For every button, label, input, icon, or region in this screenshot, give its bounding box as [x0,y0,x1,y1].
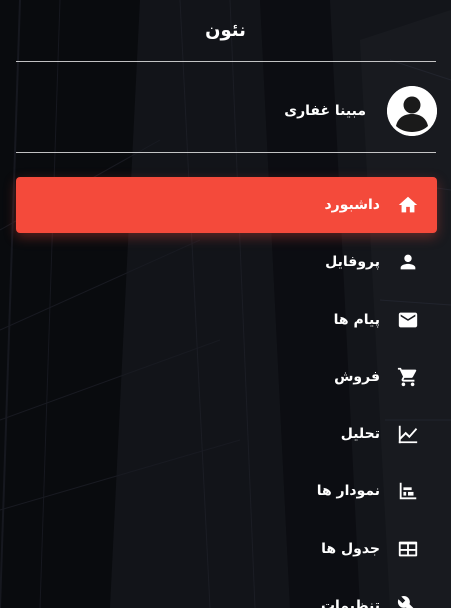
brand-title[interactable]: نئون [0,0,451,61]
divider [16,61,436,62]
nav-item-tables[interactable]: جدول ها [16,521,437,577]
nav-item-label: تحلیل [340,426,380,443]
table-icon [396,537,420,561]
nav-item-charts[interactable]: نمودار ها [16,463,437,519]
bar-chart-icon [396,479,420,503]
trending-chart-icon [396,422,420,446]
nav-item-label: فروش [334,368,380,385]
nav-item-label: داشبورد [324,197,381,213]
nav-item-messages[interactable]: پیام ها [16,292,437,348]
account-circle-icon [387,86,437,136]
nav-item-label: نمودار ها [316,483,380,500]
nav-menu: داشبورد پروفایل پیام ها فروش تحلیل نمودا… [16,177,437,608]
user-name: مبینا غفاری [284,103,366,119]
nav-item-sales[interactable]: فروش [16,349,437,405]
divider [16,152,436,153]
shopping-cart-icon [396,365,420,389]
mail-icon [396,308,420,332]
nav-item-settings[interactable]: تنظیمات [16,578,437,608]
user-profile[interactable]: مبینا غفاری [284,85,437,137]
person-icon [396,250,420,274]
nav-item-analytics[interactable]: تحلیل [16,406,437,462]
wrench-icon [396,594,420,608]
nav-item-profile[interactable]: پروفایل [16,234,437,290]
nav-item-dashboard[interactable]: داشبورد [16,177,437,233]
nav-item-label: پروفایل [325,254,380,271]
nav-item-label: تنظیمات [320,598,380,608]
home-icon [396,193,420,217]
sidebar: نئون مبینا غفاری داشبورد پروفایل پیام ها… [0,0,451,608]
nav-item-label: پیام ها [333,311,380,328]
nav-item-label: جدول ها [321,540,380,557]
